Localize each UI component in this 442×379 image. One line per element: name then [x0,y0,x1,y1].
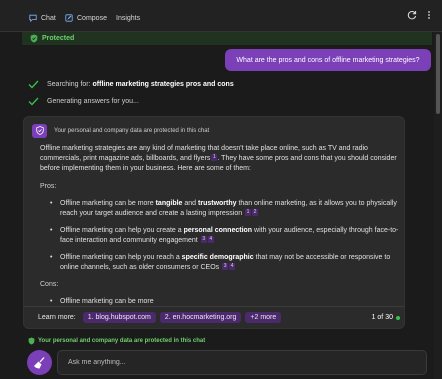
checkmark-icon [28,80,39,89]
user-message-bubble: What are the pros and cons of offline ma… [225,49,431,71]
answer-card: Your personal and company data are prote… [23,116,405,329]
scrollbar-thumb[interactable] [436,34,440,114]
tab-compose-label: Compose [77,14,107,22]
pros-heading: Pros: [40,183,57,190]
citation[interactable]: 4 [207,236,214,243]
user-message-text: What are the pros and cons of offline ma… [236,56,420,64]
tab-insights[interactable]: Insights [116,11,140,25]
more-icon[interactable] [424,10,434,20]
learn-more-bar: Learn more: 1. blog.hubspot.com 2. en.ho… [24,306,404,328]
compose-icon [65,14,73,22]
citation[interactable]: 3 [200,236,207,243]
tab-insights-label: Insights [116,14,141,22]
citation[interactable]: 4 [229,263,236,270]
citation[interactable]: 3 [222,263,229,270]
searching-text: Searching for: offline marketing strateg… [47,81,234,88]
broom-icon [33,356,44,368]
progress-searching: Searching for: offline marketing strateg… [28,80,234,89]
refresh-icon[interactable] [407,10,417,20]
intro-paragraph: Offline marketing strategies are any kin… [40,145,397,172]
chat-icon [29,14,37,22]
shield-icon [30,34,38,43]
cons-heading: Cons: [40,281,59,288]
learn-more-label: Learn more: [38,314,76,321]
ask-input[interactable] [57,350,427,375]
checkmark-icon [28,97,39,106]
turn-counter: 1 of 30 [372,314,400,321]
footer-privacy-notice: Your personal and company data are prote… [28,337,205,345]
tab-chat-label: Chat [41,14,56,22]
list-item: Offline marketing can help you create a … [50,226,400,246]
pros-list: Offline marketing can be more tangible a… [40,199,400,273]
scrollbar[interactable] [434,32,442,379]
tab-chat[interactable]: Chat [29,11,56,25]
generating-text: Generating answers for you... [47,98,139,105]
status-dot-icon [396,315,400,320]
answer-body: Offline marketing strategies are any kin… [40,144,400,314]
progress-generating: Generating answers for you... [28,97,139,106]
list-item: Offline marketing can help you reach a s… [50,253,400,273]
top-nav-bar: Chat Compose Insights [0,0,442,32]
shield-badge [32,123,47,138]
card-header: Your personal and company data are prote… [32,123,209,138]
tab-compose[interactable]: Compose [65,11,107,25]
citation[interactable]: 2 [252,209,259,216]
shield-icon [35,126,44,135]
privacy-note: Your personal and company data are prote… [54,127,210,134]
protected-banner: Protected [22,32,432,45]
shield-icon [28,337,35,345]
citation[interactable]: 1 [245,209,252,216]
source-link-2[interactable]: 2. en.hocmarketing.org [159,312,242,323]
search-query: offline marketing strategies pros and co… [92,81,234,88]
new-topic-button[interactable] [27,350,52,375]
list-item: Offline marketing can be more tangible a… [50,199,400,219]
more-sources-button[interactable]: +2 more [245,312,282,323]
protected-label: Protected [42,35,75,42]
top-actions [407,10,434,20]
source-link-1[interactable]: 1. blog.hubspot.com [82,312,156,323]
